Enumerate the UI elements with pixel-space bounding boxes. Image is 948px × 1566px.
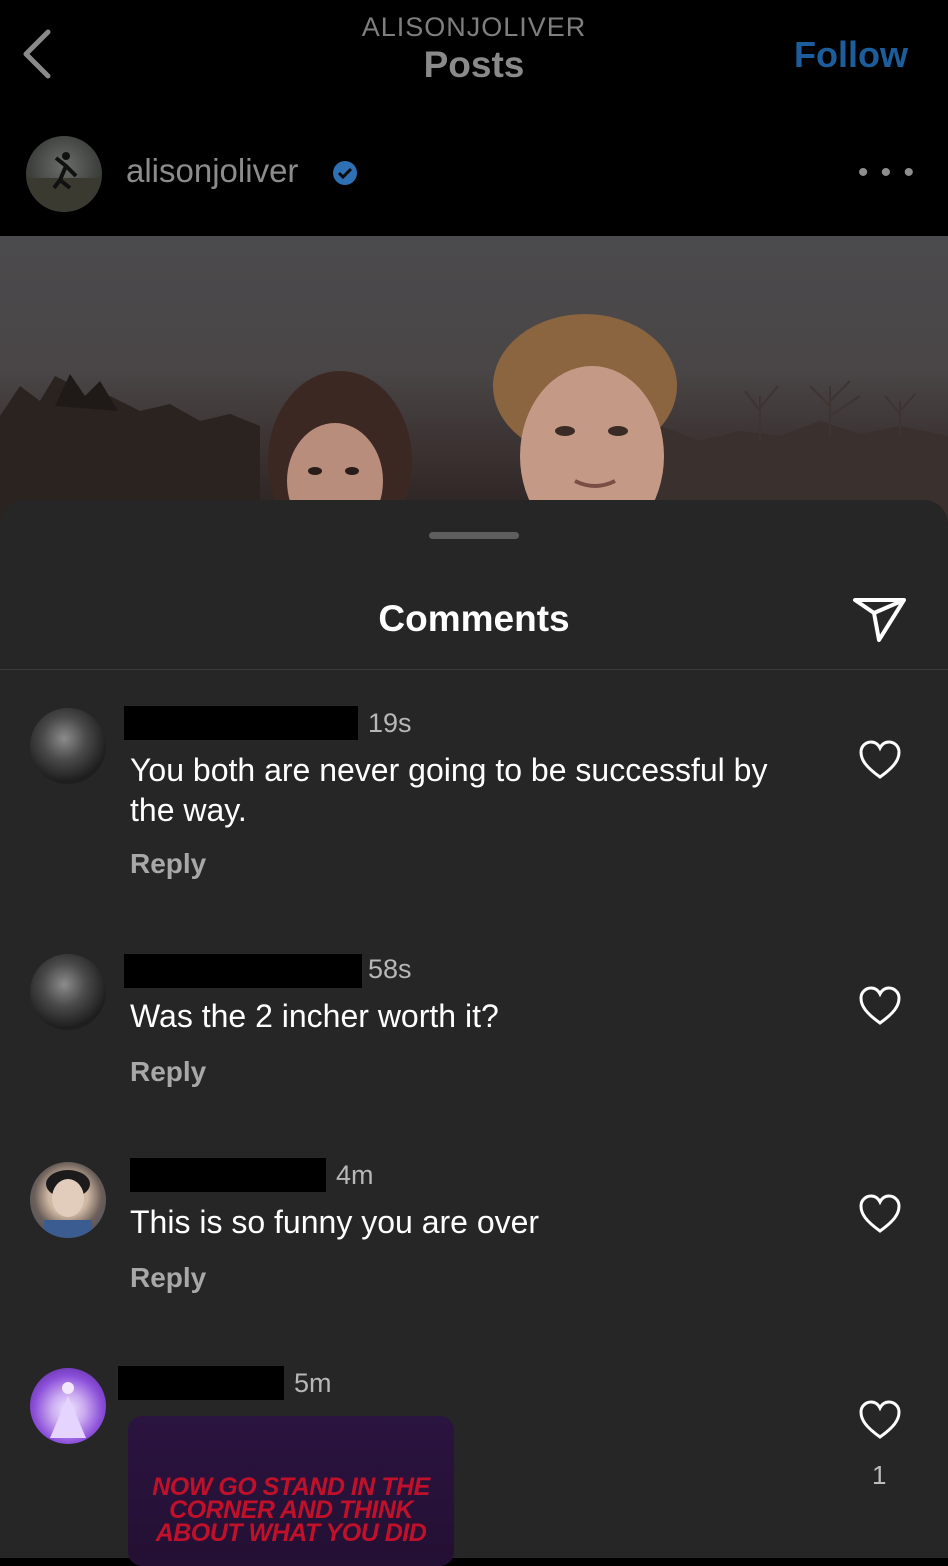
- redacted-username: [118, 1366, 284, 1400]
- comments-title: Comments: [378, 598, 570, 639]
- reply-button[interactable]: Reply: [130, 1056, 206, 1088]
- top-bar: ALISONJOLIVER Posts Follow alisonjoliver…: [0, 0, 948, 236]
- more-horizontal-icon: • • •: [857, 156, 916, 189]
- reply-button[interactable]: Reply: [130, 1262, 206, 1294]
- redacted-username: [124, 706, 358, 740]
- comment-timestamp: 5m: [294, 1368, 332, 1398]
- sheet-drag-handle[interactable]: [429, 532, 519, 539]
- heart-icon[interactable]: [858, 740, 902, 780]
- comment-timestamp: 58s: [368, 954, 412, 984]
- comment-sticker-image[interactable]: NOW GO STAND IN THE CORNER AND THINK ABO…: [128, 1416, 454, 1566]
- like-count: 1: [872, 1460, 887, 1490]
- verified-badge-icon: [333, 161, 357, 185]
- post-author-avatar[interactable]: [26, 136, 102, 212]
- heart-icon[interactable]: [858, 986, 902, 1026]
- comment-text: You both are never going to be successfu…: [130, 752, 768, 828]
- send-icon: [853, 598, 906, 642]
- comment-text: Was the 2 incher worth it?: [130, 998, 499, 1034]
- post-photo: [0, 314, 948, 526]
- comment-timestamp: 19s: [368, 708, 412, 738]
- commenter-avatar[interactable]: [30, 1162, 106, 1238]
- redacted-username: [130, 1158, 326, 1192]
- commenter-avatar[interactable]: [30, 1368, 106, 1444]
- reply-button[interactable]: Reply: [130, 848, 206, 880]
- comments-sheet: Comments 19s You both are never going to…: [0, 500, 948, 1566]
- comment-text: This is so funny you are over: [130, 1204, 540, 1240]
- heart-icon[interactable]: [858, 1400, 902, 1440]
- avatar-image: [50, 1382, 86, 1438]
- heart-icon[interactable]: [858, 1194, 902, 1234]
- comment-timestamp: 4m: [336, 1160, 374, 1190]
- post-author-username[interactable]: alisonjoliver: [126, 152, 298, 190]
- sticker-text: NOW GO STAND IN THE CORNER AND THINK ABO…: [152, 1473, 430, 1547]
- redacted-username: [124, 954, 362, 988]
- avatar-image: [44, 1170, 92, 1238]
- more-options-button[interactable]: • • •: [858, 156, 916, 190]
- commenter-avatar[interactable]: [30, 708, 106, 784]
- follow-button[interactable]: Follow: [794, 34, 908, 76]
- share-button[interactable]: [852, 590, 908, 646]
- post-image[interactable]: [0, 236, 948, 526]
- avatar-image: [26, 152, 102, 212]
- commenter-avatar[interactable]: [30, 954, 106, 1030]
- divider: [0, 669, 948, 670]
